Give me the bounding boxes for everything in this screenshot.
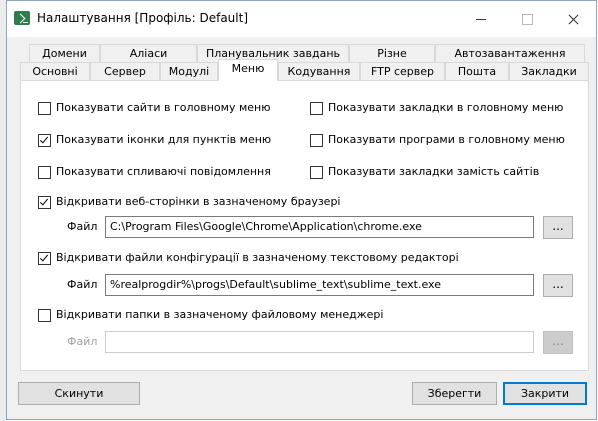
filemanager-path-input	[105, 331, 534, 353]
checkbox-label: Відкривати веб-сторінки в зазначеному бр…	[56, 195, 341, 208]
tab-server[interactable]: Сервер	[90, 62, 160, 81]
filemanager-file-label: Файл	[67, 335, 98, 348]
browser-path-input[interactable]: C:\Program Files\Google\Chrome\Applicati…	[105, 216, 534, 238]
editor-path-input[interactable]: %realprogdir%\progs\Default\sublime_text…	[105, 274, 534, 296]
browser-browse-button[interactable]: ...	[543, 216, 573, 239]
editor-browse-button[interactable]: ...	[543, 274, 573, 297]
tab-misc[interactable]: Різне	[349, 44, 435, 63]
checkbox[interactable]	[38, 134, 51, 147]
tab-mail[interactable]: Пошта	[445, 62, 509, 81]
checkbox-label: Показувати закладки замість сайтів	[328, 165, 540, 178]
filemanager-browse-button: ...	[543, 331, 573, 354]
terminal-app-icon	[14, 11, 30, 25]
checkbox-label: Показувати іконки для пунктів меню	[56, 133, 272, 146]
save-button[interactable]: Зберегти	[412, 382, 497, 405]
tab-general[interactable]: Основні	[20, 62, 90, 81]
checkbox-label: Показувати спливаючі повідомлення	[56, 165, 271, 178]
checkbox-label: Відкривати папки в зазначеному файловому…	[56, 308, 384, 321]
tab-domains[interactable]: Домени	[29, 44, 100, 63]
checkbox[interactable]	[38, 102, 51, 115]
tab-bookmarks[interactable]: Закладки	[509, 62, 589, 81]
title-bar: Налаштування [Профіль: Default]	[7, 1, 596, 37]
tab-menu[interactable]: Меню	[218, 59, 278, 81]
checkbox[interactable]	[310, 102, 323, 115]
tab-aliases[interactable]: Аліаси	[100, 44, 197, 63]
checkbox-label: Показувати сайти в головному меню	[56, 101, 271, 114]
reset-button[interactable]: Скинути	[18, 382, 140, 405]
checkbox-label: Показувати програми в головному меню	[328, 133, 565, 146]
checkbox[interactable]	[38, 309, 51, 322]
checkbox[interactable]	[310, 166, 323, 179]
editor-file-label: Файл	[67, 278, 98, 291]
tab-encoding[interactable]: Кодування	[278, 62, 360, 81]
close-window-button[interactable]	[550, 1, 596, 37]
checkbox-label: Відкривати файли конфігурації в зазначен…	[56, 251, 459, 264]
minimize-button[interactable]	[458, 1, 504, 37]
tab-autostart[interactable]: Автозавантаження	[435, 44, 585, 63]
checkbox[interactable]	[38, 196, 51, 209]
tab-modules[interactable]: Модулі	[160, 62, 218, 81]
settings-dialog: Налаштування [Профіль: Default] Домени А…	[6, 0, 597, 420]
browser-file-label: Файл	[67, 220, 98, 233]
tab-ftp-server[interactable]: FTP сервер	[360, 62, 445, 81]
checkbox-label: Показувати закладки в головному меню	[328, 101, 564, 114]
menu-tab-panel: Показувати сайти в головному меню Показу…	[20, 80, 589, 371]
window-title: Налаштування [Профіль: Default]	[37, 11, 249, 25]
checkbox[interactable]	[38, 252, 51, 265]
close-button[interactable]: Закрити	[503, 382, 587, 405]
maximize-button[interactable]	[504, 1, 550, 37]
checkbox[interactable]	[310, 134, 323, 147]
checkbox[interactable]	[38, 166, 51, 179]
